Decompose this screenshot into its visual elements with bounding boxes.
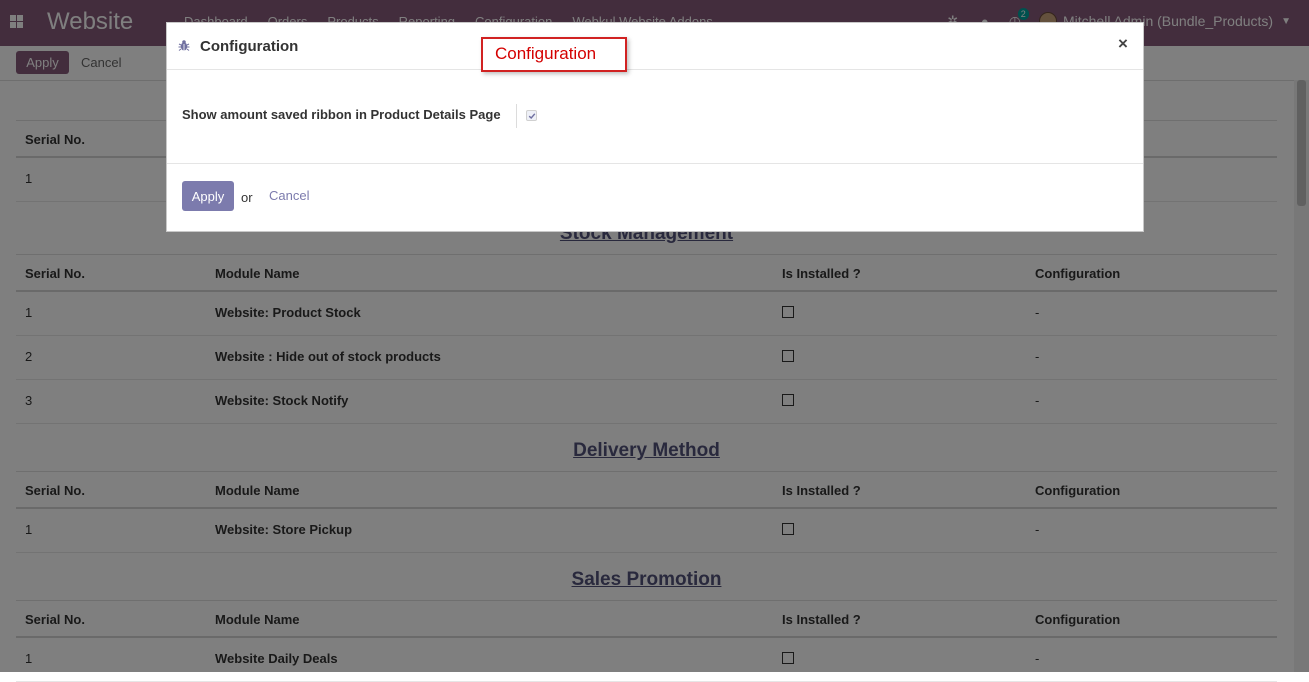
annotation-label: Configuration (495, 44, 597, 63)
dialog-apply-button[interactable]: Apply (182, 181, 234, 211)
dialog-header: Configuration × (167, 23, 1143, 70)
check-icon (528, 113, 536, 120)
or-text: or (241, 190, 253, 205)
dialog-footer: Apply or Cancel (167, 163, 1143, 231)
option-divider (516, 104, 517, 128)
annotation-callout: Configuration (481, 37, 627, 72)
dialog-title: Configuration (200, 38, 299, 55)
bug-icon (178, 40, 190, 51)
configuration-dialog: Configuration × Show amount saved ribbon… (166, 22, 1144, 232)
option-label: Show amount saved ribbon in Product Deta… (182, 107, 501, 122)
dialog-body: Show amount saved ribbon in Product Deta… (167, 70, 1143, 163)
dialog-cancel-link[interactable]: Cancel (269, 188, 309, 203)
show-ribbon-checkbox[interactable] (526, 110, 537, 121)
close-icon[interactable]: × (1118, 34, 1128, 54)
